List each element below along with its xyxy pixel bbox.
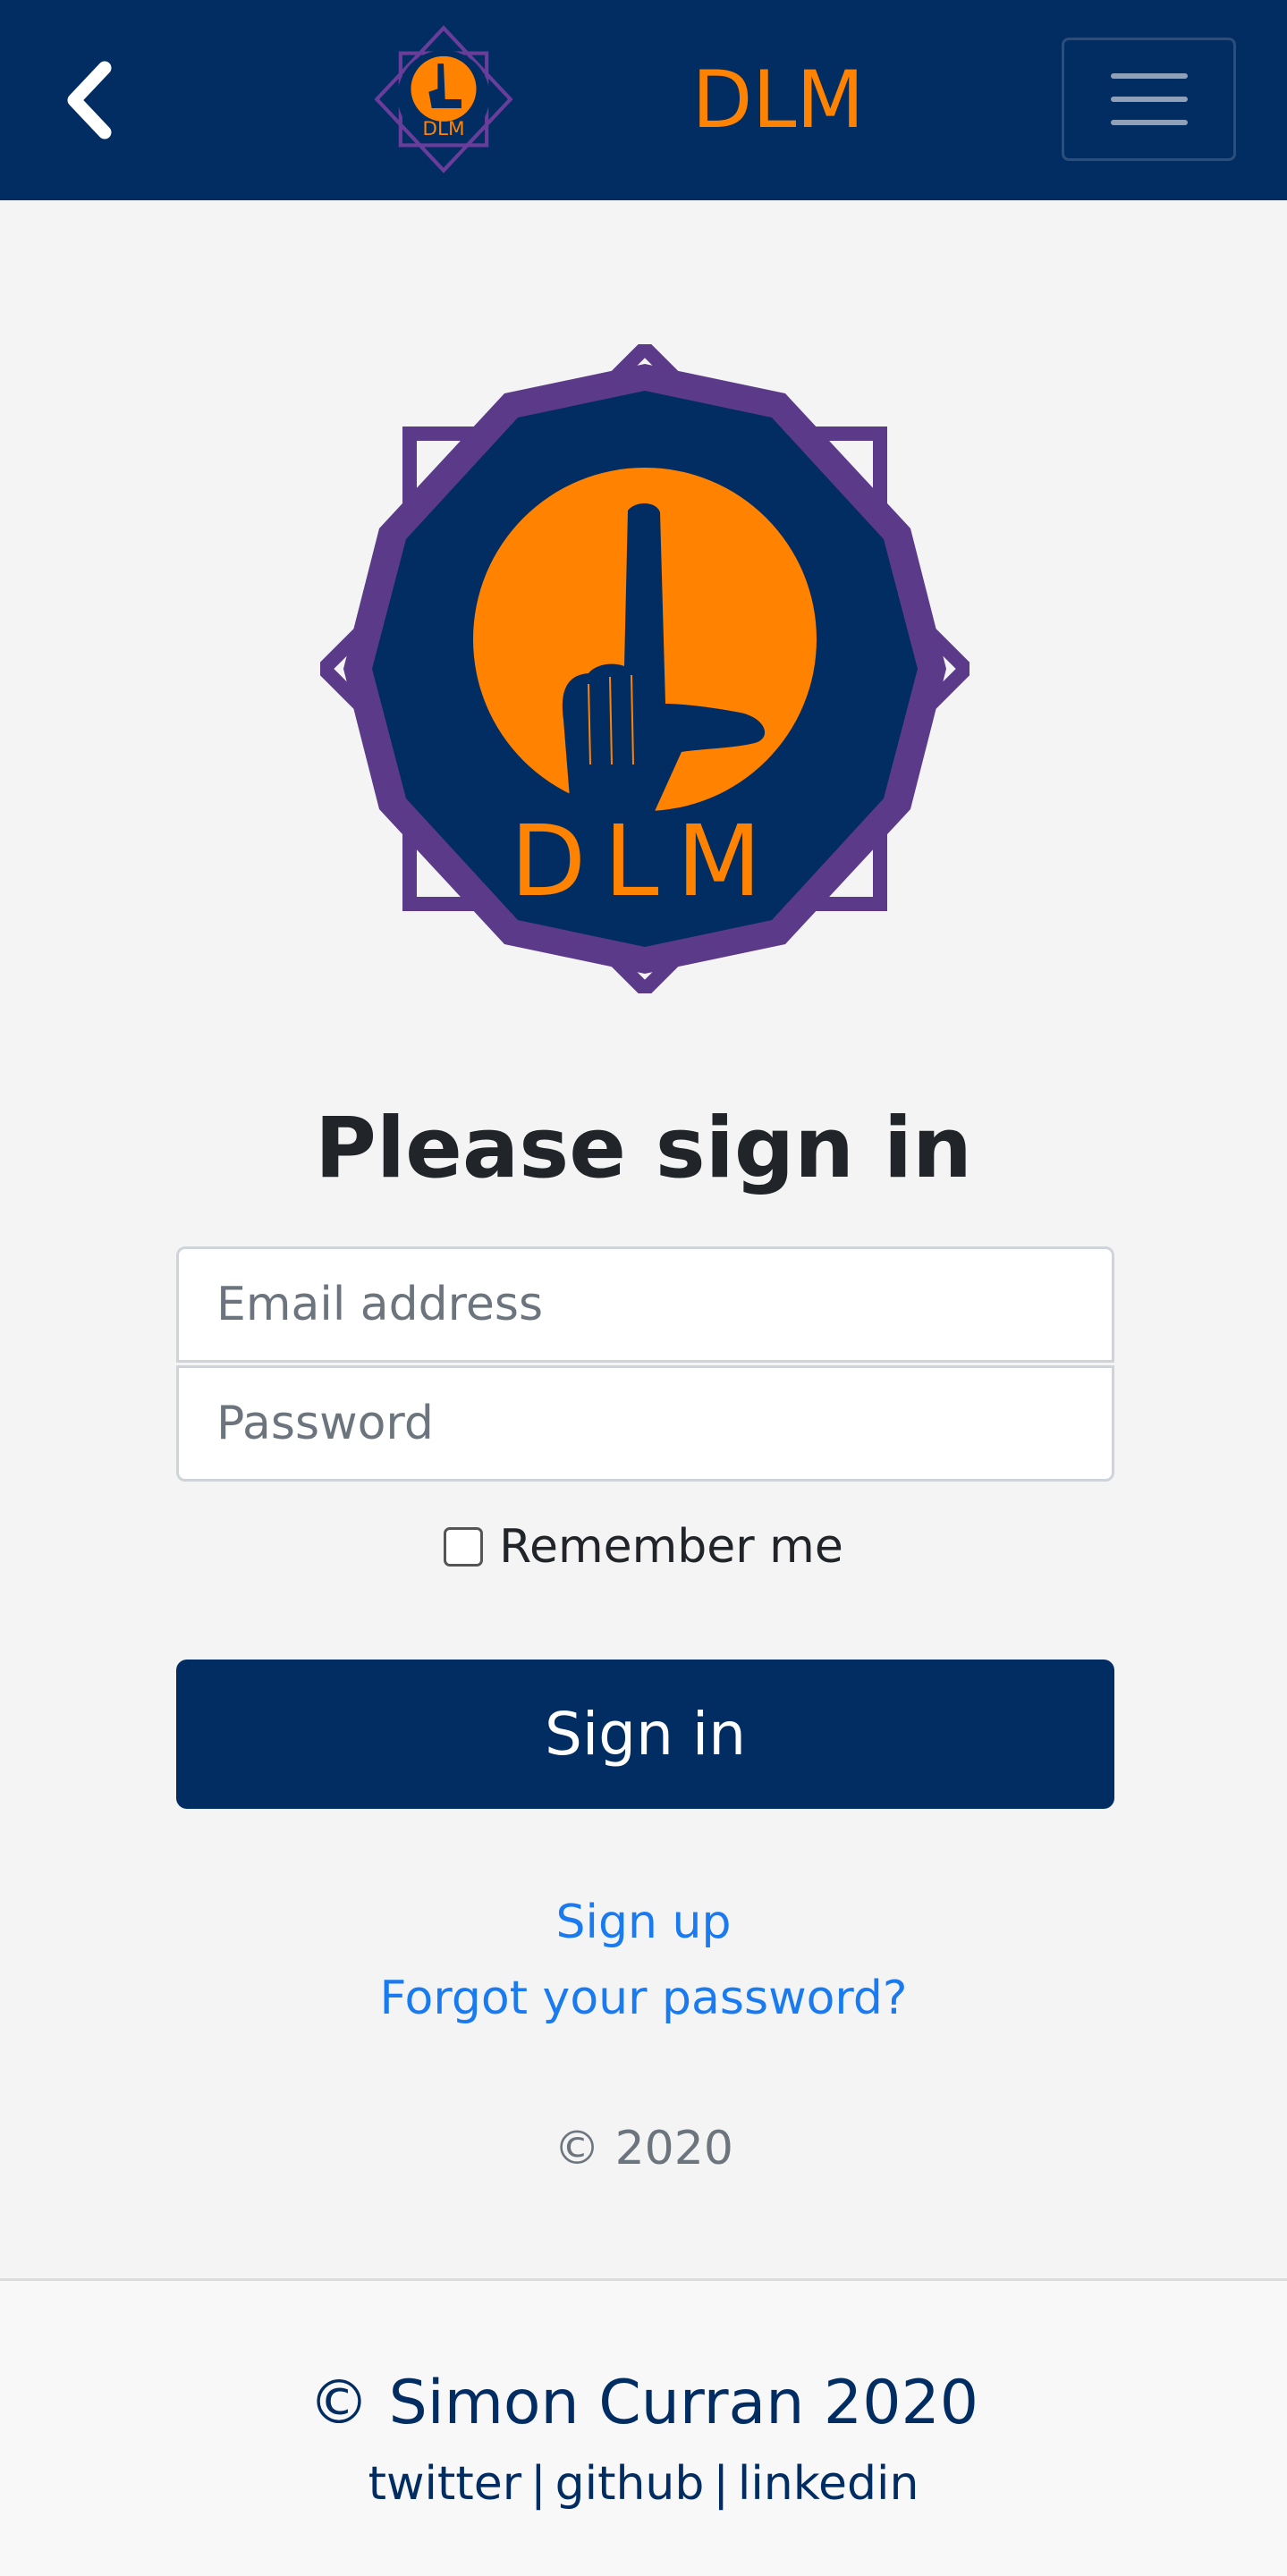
page-title: Please sign in [315, 1100, 972, 1197]
sign-in-button[interactable]: Sign in [176, 1660, 1114, 1809]
navbar: DLM DLM [0, 0, 1287, 200]
remember-me-row: Remember me [0, 1516, 1287, 1578]
footer-separator: | [530, 2457, 546, 2511]
footer-credit: © Simon Curran 2020 [309, 2368, 978, 2438]
brand-title[interactable]: DLM [662, 55, 894, 145]
footer: © Simon Curran 2020 twitter | github | linke… [0, 2278, 1287, 2576]
email-field[interactable] [176, 1246, 1114, 1363]
hamburger-icon [1110, 73, 1188, 125]
github-link[interactable]: github [555, 2457, 705, 2511]
back-button[interactable] [54, 55, 125, 145]
footer-links: twitter | github | linkedin [0, 2453, 1287, 2515]
footer-separator: | [713, 2457, 729, 2511]
menu-toggle-button[interactable] [1062, 38, 1236, 161]
svg-text:DLM: DLM [422, 118, 464, 140]
page-copyright: © 2020 [554, 2122, 733, 2175]
sign-up-link[interactable]: Sign up [0, 1891, 1287, 1954]
svg-text:DLM: DLM [511, 804, 780, 918]
forgot-password-link[interactable]: Forgot your password? [0, 1967, 1287, 2030]
twitter-link[interactable]: twitter [368, 2457, 522, 2511]
dlm-logo-icon: DLM [374, 25, 513, 173]
linkedin-link[interactable]: linkedin [738, 2457, 919, 2511]
remember-me-checkbox[interactable] [444, 1527, 484, 1567]
remember-me-label[interactable]: Remember me [499, 1516, 843, 1578]
chevron-left-icon [67, 61, 112, 139]
dlm-logo: DLM [320, 344, 969, 993]
password-field[interactable] [176, 1365, 1114, 1482]
